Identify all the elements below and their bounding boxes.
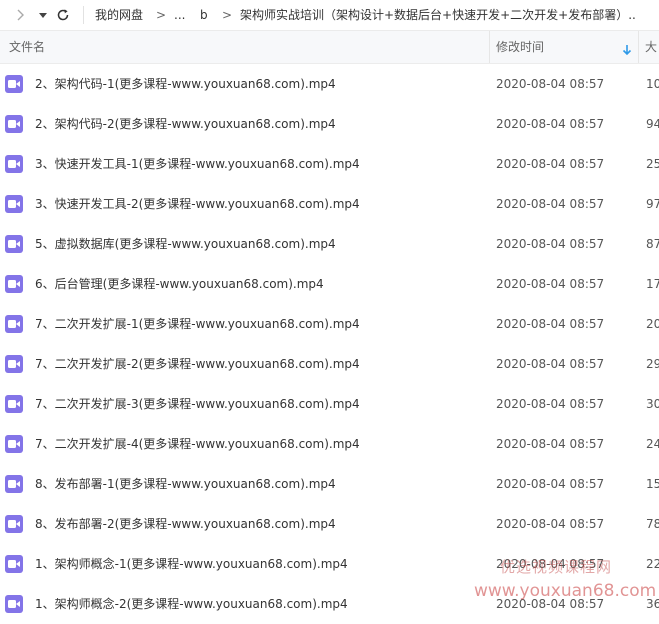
video-file-icon — [5, 355, 23, 373]
column-header-name[interactable]: 文件名 — [9, 40, 45, 54]
column-divider[interactable] — [489, 31, 490, 63]
file-size: 15 — [646, 477, 659, 491]
file-row[interactable]: 2、架构代码-2(更多课程-www.youxuan68.com).mp4 202… — [0, 104, 659, 144]
chevron-right-icon[interactable] — [12, 7, 28, 23]
watermark-url: www.youxuan68.com — [474, 581, 657, 601]
breadcrumb-item-b[interactable]: b — [200, 7, 208, 23]
video-file-icon — [5, 195, 23, 213]
file-size: 78 — [646, 517, 659, 531]
file-modified: 2020-08-04 08:57 — [496, 117, 605, 131]
file-size: 25 — [646, 157, 659, 171]
file-modified: 2020-08-04 08:57 — [496, 197, 605, 211]
toolbar-divider — [83, 6, 84, 24]
file-name: 2、架构代码-1(更多课程-www.youxuan68.com).mp4 — [35, 77, 336, 91]
column-header-modified[interactable]: 修改时间 — [496, 40, 544, 54]
file-row[interactable]: 6、后台管理(更多课程-www.youxuan68.com).mp4 2020-… — [0, 264, 659, 304]
file-modified: 2020-08-04 08:57 — [496, 77, 605, 91]
file-modified: 2020-08-04 08:57 — [496, 237, 605, 251]
file-row[interactable]: 5、虚拟数据库(更多课程-www.youxuan68.com).mp4 2020… — [0, 224, 659, 264]
file-size: 24 — [646, 437, 659, 451]
breadcrumb-separator: > — [222, 8, 233, 22]
file-size: 20 — [646, 317, 659, 331]
file-name: 7、二次开发扩展-3(更多课程-www.youxuan68.com).mp4 — [35, 397, 360, 411]
file-size: 97 — [646, 197, 659, 211]
file-name: 7、二次开发扩展-4(更多课程-www.youxuan68.com).mp4 — [35, 437, 360, 451]
file-size: 17 — [646, 277, 659, 291]
video-file-icon — [5, 155, 23, 173]
video-file-icon — [5, 595, 23, 613]
file-size: 87 — [646, 237, 659, 251]
file-modified: 2020-08-04 08:57 — [496, 477, 605, 491]
file-size: 22 — [646, 557, 659, 571]
file-name: 1、架构师概念-2(更多课程-www.youxuan68.com).mp4 — [35, 597, 348, 611]
file-modified: 2020-08-04 08:57 — [496, 157, 605, 171]
video-file-icon — [5, 395, 23, 413]
file-name: 3、快速开发工具-1(更多课程-www.youxuan68.com).mp4 — [35, 157, 360, 171]
arrow-down-icon[interactable] — [622, 41, 632, 60]
video-file-icon — [5, 235, 23, 253]
file-name: 6、后台管理(更多课程-www.youxuan68.com).mp4 — [35, 277, 324, 291]
file-name: 8、发布部署-1(更多课程-www.youxuan68.com).mp4 — [35, 477, 336, 491]
breadcrumb-item-current[interactable]: 架构师实战培训（架构设计+数据后台+快速开发+二次开发+发布部署）... — [240, 7, 636, 23]
breadcrumb-item-ellipsis[interactable]: ... — [174, 7, 185, 23]
file-size: 30 — [646, 397, 659, 411]
file-modified: 2020-08-04 08:57 — [496, 397, 605, 411]
breadcrumb-separator: > — [156, 8, 167, 22]
file-name: 5、虚拟数据库(更多课程-www.youxuan68.com).mp4 — [35, 237, 336, 251]
video-file-icon — [5, 115, 23, 133]
file-name: 2、架构代码-2(更多课程-www.youxuan68.com).mp4 — [35, 117, 336, 131]
video-file-icon — [5, 435, 23, 453]
file-name: 7、二次开发扩展-1(更多课程-www.youxuan68.com).mp4 — [35, 317, 360, 331]
file-name: 7、二次开发扩展-2(更多课程-www.youxuan68.com).mp4 — [35, 357, 360, 371]
file-modified: 2020-08-04 08:57 — [496, 357, 605, 371]
column-divider[interactable] — [638, 31, 639, 63]
refresh-icon[interactable] — [55, 7, 71, 23]
file-size: 94 — [646, 117, 659, 131]
video-file-icon — [5, 555, 23, 573]
file-size: 10 — [646, 77, 659, 91]
column-header-size[interactable]: 大 — [645, 40, 657, 54]
video-file-icon — [5, 75, 23, 93]
file-row[interactable]: 8、发布部署-1(更多课程-www.youxuan68.com).mp4 202… — [0, 464, 659, 504]
column-header: 文件名 修改时间 大 — [0, 31, 659, 64]
watermark-text: 优选视频课程网 — [500, 558, 613, 576]
file-row[interactable]: 7、二次开发扩展-4(更多课程-www.youxuan68.com).mp4 2… — [0, 424, 659, 464]
file-size: 29 — [646, 357, 659, 371]
file-modified: 2020-08-04 08:57 — [496, 437, 605, 451]
file-name: 1、架构师概念-1(更多课程-www.youxuan68.com).mp4 — [35, 557, 348, 571]
file-name: 8、发布部署-2(更多课程-www.youxuan68.com).mp4 — [35, 517, 336, 531]
file-row[interactable]: 3、快速开发工具-2(更多课程-www.youxuan68.com).mp4 2… — [0, 184, 659, 224]
file-name: 3、快速开发工具-2(更多课程-www.youxuan68.com).mp4 — [35, 197, 360, 211]
toolbar: 我的网盘 > ... b > 架构师实战培训（架构设计+数据后台+快速开发+二次… — [0, 0, 659, 31]
file-row[interactable]: 2、架构代码-1(更多课程-www.youxuan68.com).mp4 202… — [0, 64, 659, 104]
file-modified: 2020-08-04 08:57 — [496, 317, 605, 331]
file-row[interactable]: 8、发布部署-2(更多课程-www.youxuan68.com).mp4 202… — [0, 504, 659, 544]
chevron-down-icon[interactable] — [35, 7, 51, 23]
video-file-icon — [5, 275, 23, 293]
file-row[interactable]: 7、二次开发扩展-3(更多课程-www.youxuan68.com).mp4 2… — [0, 384, 659, 424]
video-file-icon — [5, 515, 23, 533]
file-modified: 2020-08-04 08:57 — [496, 517, 605, 531]
video-file-icon — [5, 315, 23, 333]
file-row[interactable]: 3、快速开发工具-1(更多课程-www.youxuan68.com).mp4 2… — [0, 144, 659, 184]
file-row[interactable]: 7、二次开发扩展-1(更多课程-www.youxuan68.com).mp4 2… — [0, 304, 659, 344]
file-row[interactable]: 7、二次开发扩展-2(更多课程-www.youxuan68.com).mp4 2… — [0, 344, 659, 384]
breadcrumb-item-root[interactable]: 我的网盘 — [95, 7, 143, 23]
video-file-icon — [5, 475, 23, 493]
file-modified: 2020-08-04 08:57 — [496, 277, 605, 291]
